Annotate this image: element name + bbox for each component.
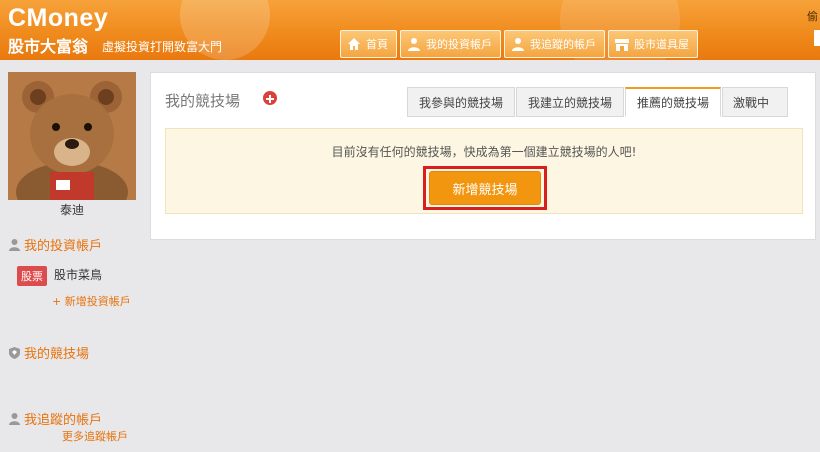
header-edge-text[interactable]: 偷: [807, 8, 818, 24]
user-icon: [9, 239, 20, 251]
nav-followed-accounts-label: 我追蹤的帳戶: [530, 38, 596, 51]
teddy-bear-avatar-image: [8, 72, 136, 200]
sidebar-section-followed[interactable]: 我追蹤的帳戶: [8, 409, 102, 428]
add-account-link[interactable]: + 新增投資帳戶: [52, 293, 131, 309]
avatar[interactable]: [8, 72, 136, 200]
sidebar-section-my-accounts-label: 我的投資帳戶: [24, 239, 103, 254]
nav-home[interactable]: 首頁: [340, 30, 397, 58]
add-arena-button[interactable]: [263, 91, 277, 105]
header-edge-control[interactable]: [814, 30, 820, 46]
nav-followed-accounts[interactable]: 我追蹤的帳戶: [504, 30, 605, 58]
sidebar-section-followed-label: 我追蹤的帳戶: [24, 413, 103, 428]
brand-product-name[interactable]: 股市大富翁: [8, 33, 88, 57]
arena-tabs: 我參與的競技場 我建立的競技場 推薦的競技場 激戰中: [407, 87, 789, 117]
tab-active-battles[interactable]: 激戰中: [722, 87, 789, 117]
plus-circle-icon: [266, 95, 274, 103]
nav-home-label: 首頁: [366, 38, 388, 51]
header-bar: CMoney 股市大富翁 虛擬投資打開致富大門 首頁 我的投資帳戶 我追蹤的帳戶: [0, 0, 820, 60]
nav-my-accounts[interactable]: 我的投資帳戶: [400, 30, 501, 58]
sidebar-section-my-accounts[interactable]: 我的投資帳戶: [8, 235, 102, 254]
arena-panel: 我的競技場 我參與的競技場 我建立的競技場 推薦的競技場 激戰中 目前沒有任何的…: [150, 72, 816, 240]
nav-my-accounts-label: 我的投資帳戶: [426, 38, 492, 51]
main-nav: 首頁 我的投資帳戶 我追蹤的帳戶 股市道具屋: [340, 30, 698, 58]
sidebar-section-my-arena-label: 我的競技場: [24, 347, 90, 362]
user-follow-icon: [512, 38, 524, 51]
page-title: 我的競技場: [165, 92, 241, 110]
home-icon: [348, 38, 360, 50]
nav-shop-label: 股市道具屋: [634, 38, 689, 51]
brand-logo[interactable]: CMoney: [8, 4, 108, 33]
tab-recommended-arenas[interactable]: 推薦的競技場: [625, 87, 722, 117]
brand-tagline: 虛擬投資打開致富大門: [102, 40, 223, 54]
more-followed-link[interactable]: 更多追蹤帳戶: [62, 428, 128, 444]
user-icon: [9, 413, 20, 425]
tab-created-arenas[interactable]: 我建立的競技場: [516, 87, 625, 117]
user-icon: [408, 38, 420, 51]
shop-icon: [615, 39, 629, 51]
nav-shop[interactable]: 股市道具屋: [608, 30, 698, 58]
sidebar-section-my-arena[interactable]: 我的競技場: [8, 343, 89, 362]
tab-joined-arenas[interactable]: 我參與的競技場: [407, 87, 516, 117]
account-name-link[interactable]: 股市菜鳥: [54, 266, 102, 283]
shield-icon: [9, 347, 20, 359]
empty-state-message: 目前沒有任何的競技場，快成為第一個建立競技場的人吧!: [331, 145, 637, 159]
create-arena-button[interactable]: 新增競技場: [429, 171, 541, 205]
empty-state-box: 目前沒有任何的競技場，快成為第一個建立競技場的人吧! 新增競技場: [165, 128, 803, 214]
user-name: 泰迪: [59, 203, 84, 217]
account-type-badge: 股票: [17, 266, 47, 286]
